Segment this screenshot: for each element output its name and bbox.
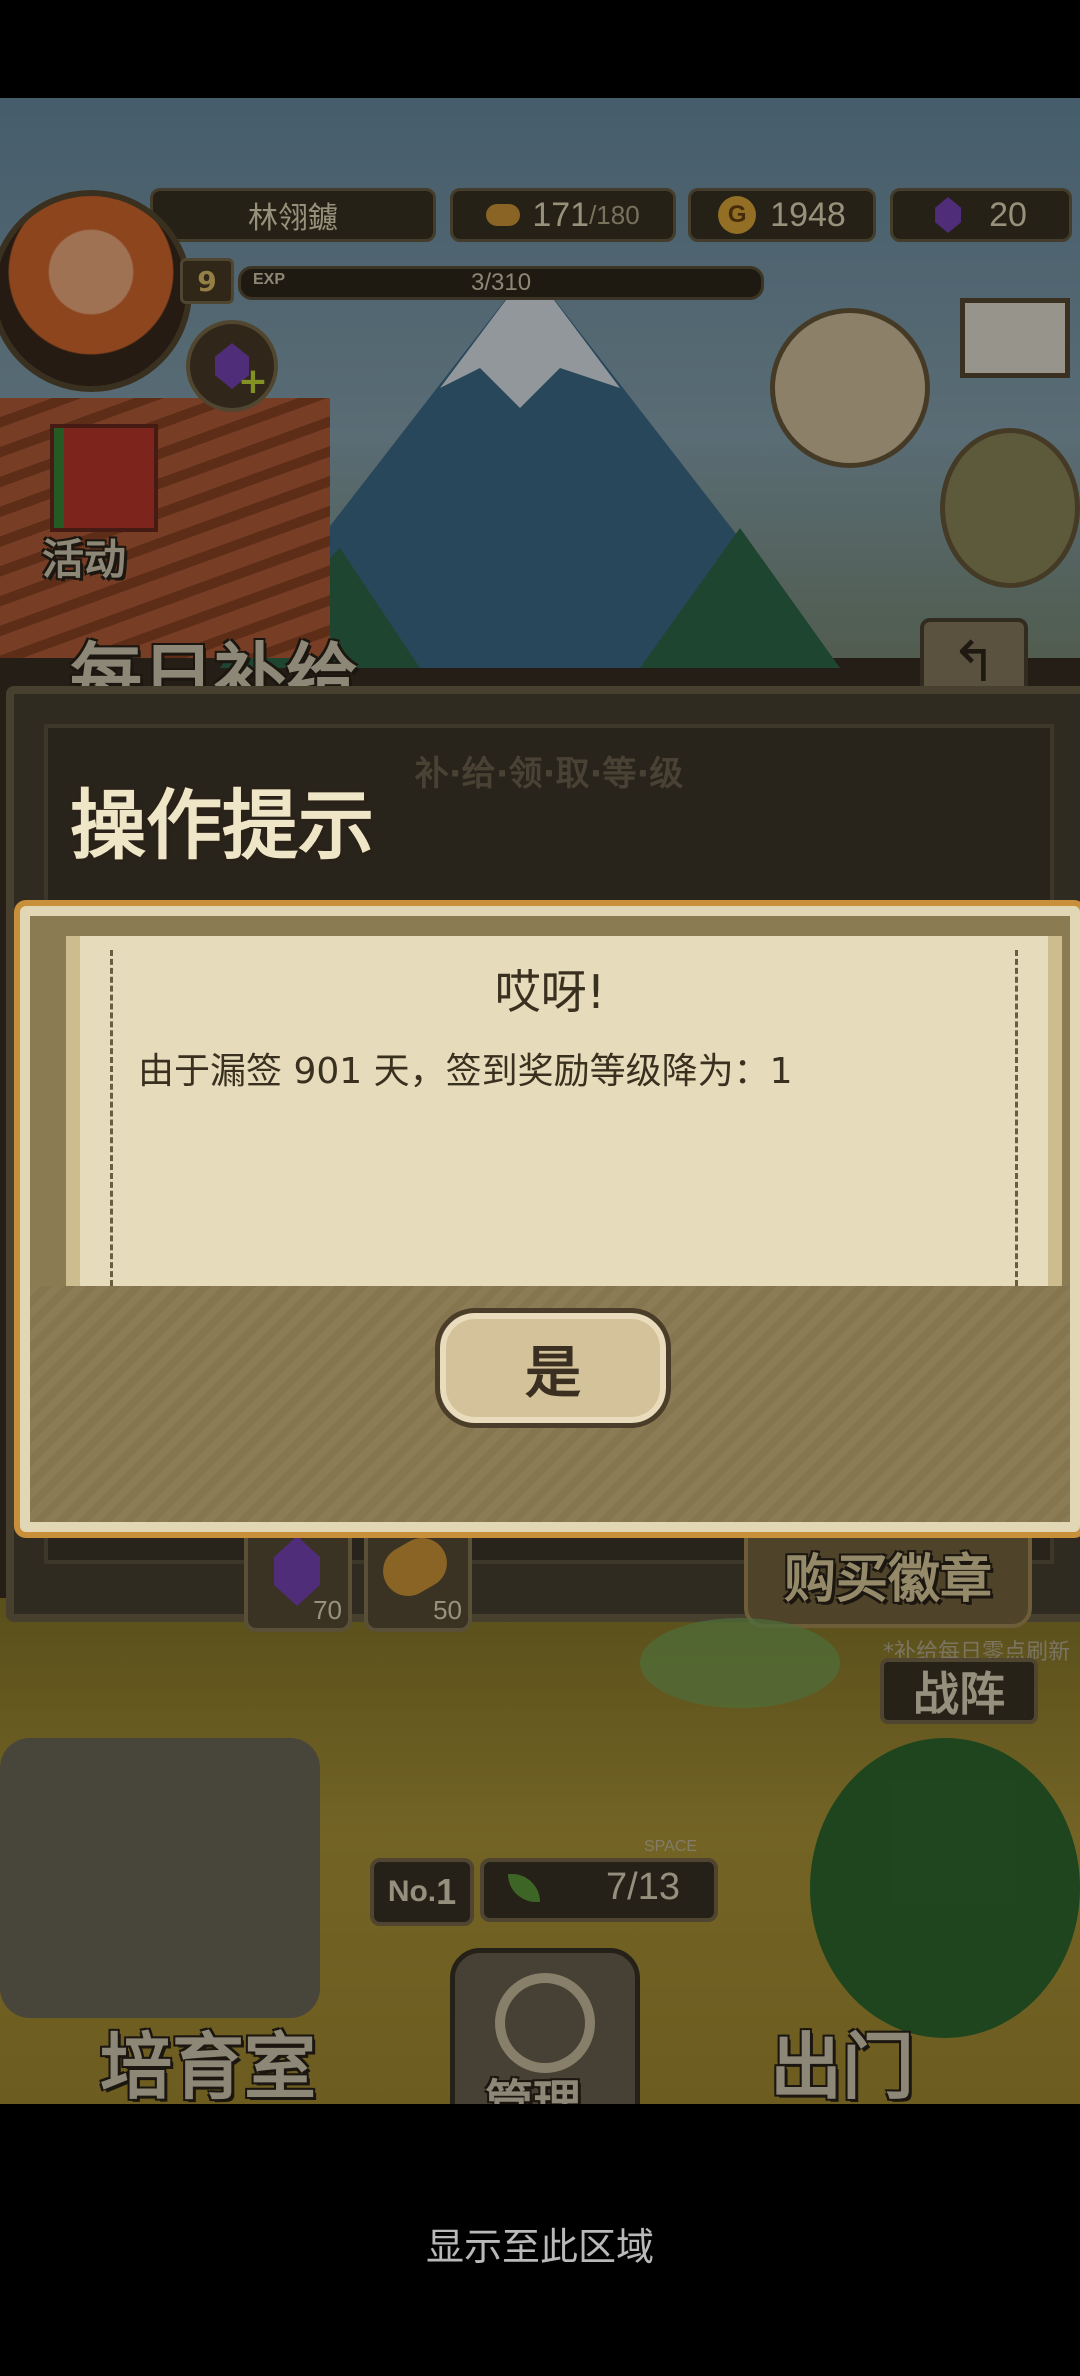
dialog-message: 由于漏签 901 天，签到奖励等级降为：1: [138, 1051, 793, 1092]
operation-dialog: 哎呀! 由于漏签 901 天，签到奖励等级降为：1 是: [20, 906, 1080, 1532]
dialog-footer: 是: [30, 1286, 1070, 1522]
confirm-label: 是: [525, 1340, 581, 1406]
system-hint: 显示至此区域: [425, 2225, 654, 2269]
game-scene: 林翎鑢 171 /180 G 1948 20 9 EXP 3/310 + 活动 …: [0, 98, 1080, 2104]
confirm-button[interactable]: 是: [435, 1308, 671, 1428]
dialog-header: 操作提示: [70, 781, 374, 870]
dialog-title: 哎呀!: [494, 965, 606, 1019]
dialog-paper: 哎呀! 由于漏签 901 天，签到奖励等级降为：1: [66, 936, 1062, 1286]
